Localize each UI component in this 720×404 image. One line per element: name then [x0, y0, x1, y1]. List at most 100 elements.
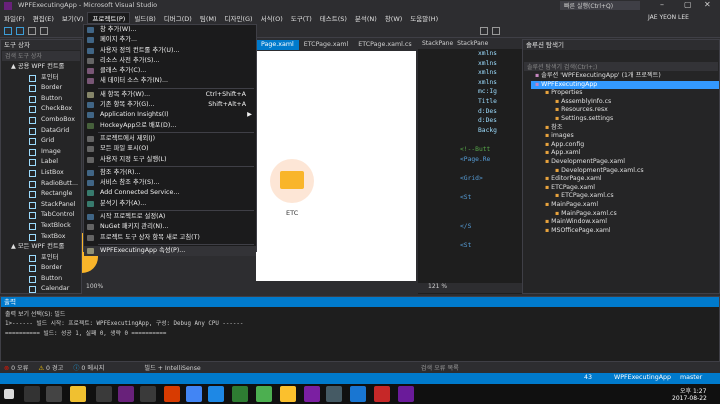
project-menu-item[interactable]: WPFExecutingApp 속성(P)... — [84, 245, 256, 257]
menu-13[interactable]: 도움말(H) — [406, 13, 442, 23]
solution-item[interactable]: ▪ MainPage.xaml — [531, 201, 719, 210]
toolbox-item[interactable]: Calendar — [1, 284, 81, 295]
project-menu-item[interactable]: NuGet 패키지 관리(N)... — [84, 222, 256, 232]
save-icon[interactable] — [16, 27, 24, 35]
browser-icon[interactable] — [186, 386, 202, 402]
project-menu-item[interactable]: 리소스 사전 추가(S)... — [84, 56, 256, 66]
build-filter[interactable]: 빌드 + IntelliSense — [144, 363, 200, 372]
status-branch[interactable]: master — [680, 374, 702, 381]
project-menu-item[interactable]: 새 데이터 소스 추가(N)... — [84, 76, 256, 86]
app-icon[interactable] — [280, 386, 296, 402]
app-icon[interactable] — [256, 386, 272, 402]
toolbar-icon[interactable] — [480, 27, 488, 35]
toolbox-item[interactable]: Image — [1, 147, 81, 158]
toolbox-item[interactable]: Border — [1, 263, 81, 274]
project-menu-item[interactable]: 페이지 추가... — [84, 35, 256, 45]
app-icon[interactable] — [232, 386, 248, 402]
toolbox-item[interactable]: Rectangle — [1, 189, 81, 200]
project-menu-item[interactable]: 기존 항목 추가(G)... Shift+Alt+A — [84, 100, 256, 110]
project-menu-item[interactable]: HockeyApp으로 배포(D)... — [84, 121, 256, 131]
toolbox-item[interactable]: Button — [1, 274, 81, 285]
solution-item[interactable]: ▪ App.config — [531, 141, 719, 150]
toolbox-item[interactable]: CheckBox — [1, 104, 81, 115]
solution-item[interactable]: ▪ MainWindow.xaml — [531, 218, 719, 227]
messages-filter[interactable]: ⓘ 0 메시지 — [73, 363, 104, 372]
close-button[interactable]: ✕ — [704, 0, 711, 9]
solution-item[interactable]: ▪ Properties — [531, 89, 719, 98]
menu-0[interactable]: 파일(F) — [0, 13, 29, 23]
toolbox-item[interactable]: DataGrid — [1, 126, 81, 137]
toolbar-icon[interactable] — [492, 27, 500, 35]
project-menu-item[interactable]: 클래스 추가(C)... — [84, 66, 256, 76]
project-menu-item[interactable]: Add Connected Service... — [84, 188, 256, 198]
solution-search[interactable]: 솔루션 탐색기 검색(Ctrl+;) — [524, 62, 718, 71]
code-nav-right[interactable]: StackPane — [457, 39, 488, 49]
warnings-filter[interactable]: ⚠ 0 경고 — [38, 363, 63, 372]
change-count[interactable]: 43 — [584, 374, 592, 381]
search-icon[interactable] — [24, 386, 40, 402]
app-icon[interactable] — [398, 386, 414, 402]
project-menu-item[interactable]: 프로젝트에서 제외(J) — [84, 134, 256, 144]
app-icon[interactable] — [140, 386, 156, 402]
code-nav-left[interactable]: StackPane — [422, 39, 453, 49]
toolbox-search[interactable]: 검색 도구 상자 — [2, 51, 80, 61]
menu-5[interactable]: 디버그(D) — [160, 13, 196, 23]
menu-11[interactable]: 분석(N) — [351, 13, 381, 23]
status-project[interactable]: WPFExecutingApp — [614, 374, 671, 381]
undo-icon[interactable] — [28, 27, 36, 35]
toolbox-item[interactable]: Grid — [1, 136, 81, 147]
toolbox-item[interactable]: RadioButt... — [1, 179, 81, 190]
menu-4[interactable]: 빌드(B) — [130, 13, 160, 23]
filezilla-icon[interactable] — [374, 386, 390, 402]
solution-item[interactable]: ▪ 솔루션 'WPFExecutingApp' (1개 프로젝트) — [531, 72, 719, 81]
solution-item[interactable]: ▪ App.xaml — [531, 149, 719, 158]
app-icon[interactable] — [96, 386, 112, 402]
start-icon[interactable] — [4, 389, 14, 399]
solution-item[interactable]: ▪ ETCPage.xaml — [531, 184, 719, 193]
app-icon[interactable] — [326, 386, 342, 402]
toolbox-item[interactable]: Button — [1, 94, 81, 105]
solution-item[interactable]: ▪ MSOfficePage.xaml — [531, 227, 719, 236]
toolbox-item[interactable]: TabControl — [1, 210, 81, 221]
solution-item[interactable]: ▪ EditorPage.xaml — [531, 175, 719, 184]
project-menu-item[interactable]: Application Insights(I) ▶ — [84, 110, 256, 120]
project-menu-item[interactable]: 분석기 추가(A)... — [84, 199, 256, 209]
solution-item[interactable]: ▪ DevelopmentPage.xaml — [531, 158, 719, 167]
explorer-icon[interactable] — [70, 386, 86, 402]
solution-item[interactable]: ▪ Settings.settings — [531, 115, 719, 124]
zoom-level[interactable]: 100% — [82, 283, 103, 290]
project-menu-item[interactable]: 서비스 참조 추가(S)... — [84, 178, 256, 188]
menu-9[interactable]: 도구(T) — [287, 13, 316, 23]
doc-tab[interactable]: Page.xaml — [256, 40, 299, 50]
toolbox-group[interactable]: ▲ 공용 WPF 컨트롤 — [1, 62, 81, 73]
project-menu-item[interactable]: 사용자 지정 도구 실행(L) — [84, 155, 256, 165]
menu-7[interactable]: 디자인(G) — [221, 13, 257, 23]
project-menu-item[interactable]: 창 추가(W)... — [84, 25, 256, 35]
toolbox-item[interactable]: Label — [1, 157, 81, 168]
toolbox-group[interactable]: ▲ 모든 WPF 컨트롤 — [1, 242, 81, 253]
project-menu-item[interactable]: 모든 파일 표시(O) — [84, 144, 256, 154]
app-icon[interactable] — [208, 386, 224, 402]
toolbox-item[interactable]: TextBox — [1, 232, 81, 243]
toolbox-item[interactable]: StackPanel — [1, 200, 81, 211]
doc-tab[interactable]: ETCPage.xaml — [299, 40, 354, 50]
toolbox-item[interactable]: 포인터 — [1, 73, 81, 84]
back-icon[interactable] — [4, 27, 12, 35]
project-menu-item[interactable]: 참조 추가(R)... — [84, 168, 256, 178]
solution-item[interactable]: ▪ Resources.resx — [531, 106, 719, 115]
menu-6[interactable]: 팀(M) — [196, 13, 221, 23]
menu-1[interactable]: 편집(E) — [29, 13, 58, 23]
etc-folder-circle[interactable] — [270, 159, 314, 203]
error-search[interactable]: 검색 오류 목록 — [421, 363, 459, 372]
menu-3[interactable]: 프로젝트(P) — [87, 12, 131, 24]
solution-item[interactable]: ▪ ETCPage.xaml.cs — [531, 192, 719, 201]
taskview-icon[interactable] — [46, 386, 62, 402]
solution-item[interactable]: ▪ images — [531, 132, 719, 141]
solution-item[interactable]: ▪ DevelopmentPage.xaml.cs — [531, 167, 719, 176]
redo-icon[interactable] — [40, 27, 48, 35]
toolbox-item[interactable]: 포인터 — [1, 253, 81, 264]
solution-item[interactable]: ▪ MainPage.xaml.cs — [531, 210, 719, 219]
output-source[interactable]: 출력 보기 선택(S): 빌드 — [1, 307, 719, 320]
app-icon[interactable] — [350, 386, 366, 402]
app-icon[interactable] — [164, 386, 180, 402]
